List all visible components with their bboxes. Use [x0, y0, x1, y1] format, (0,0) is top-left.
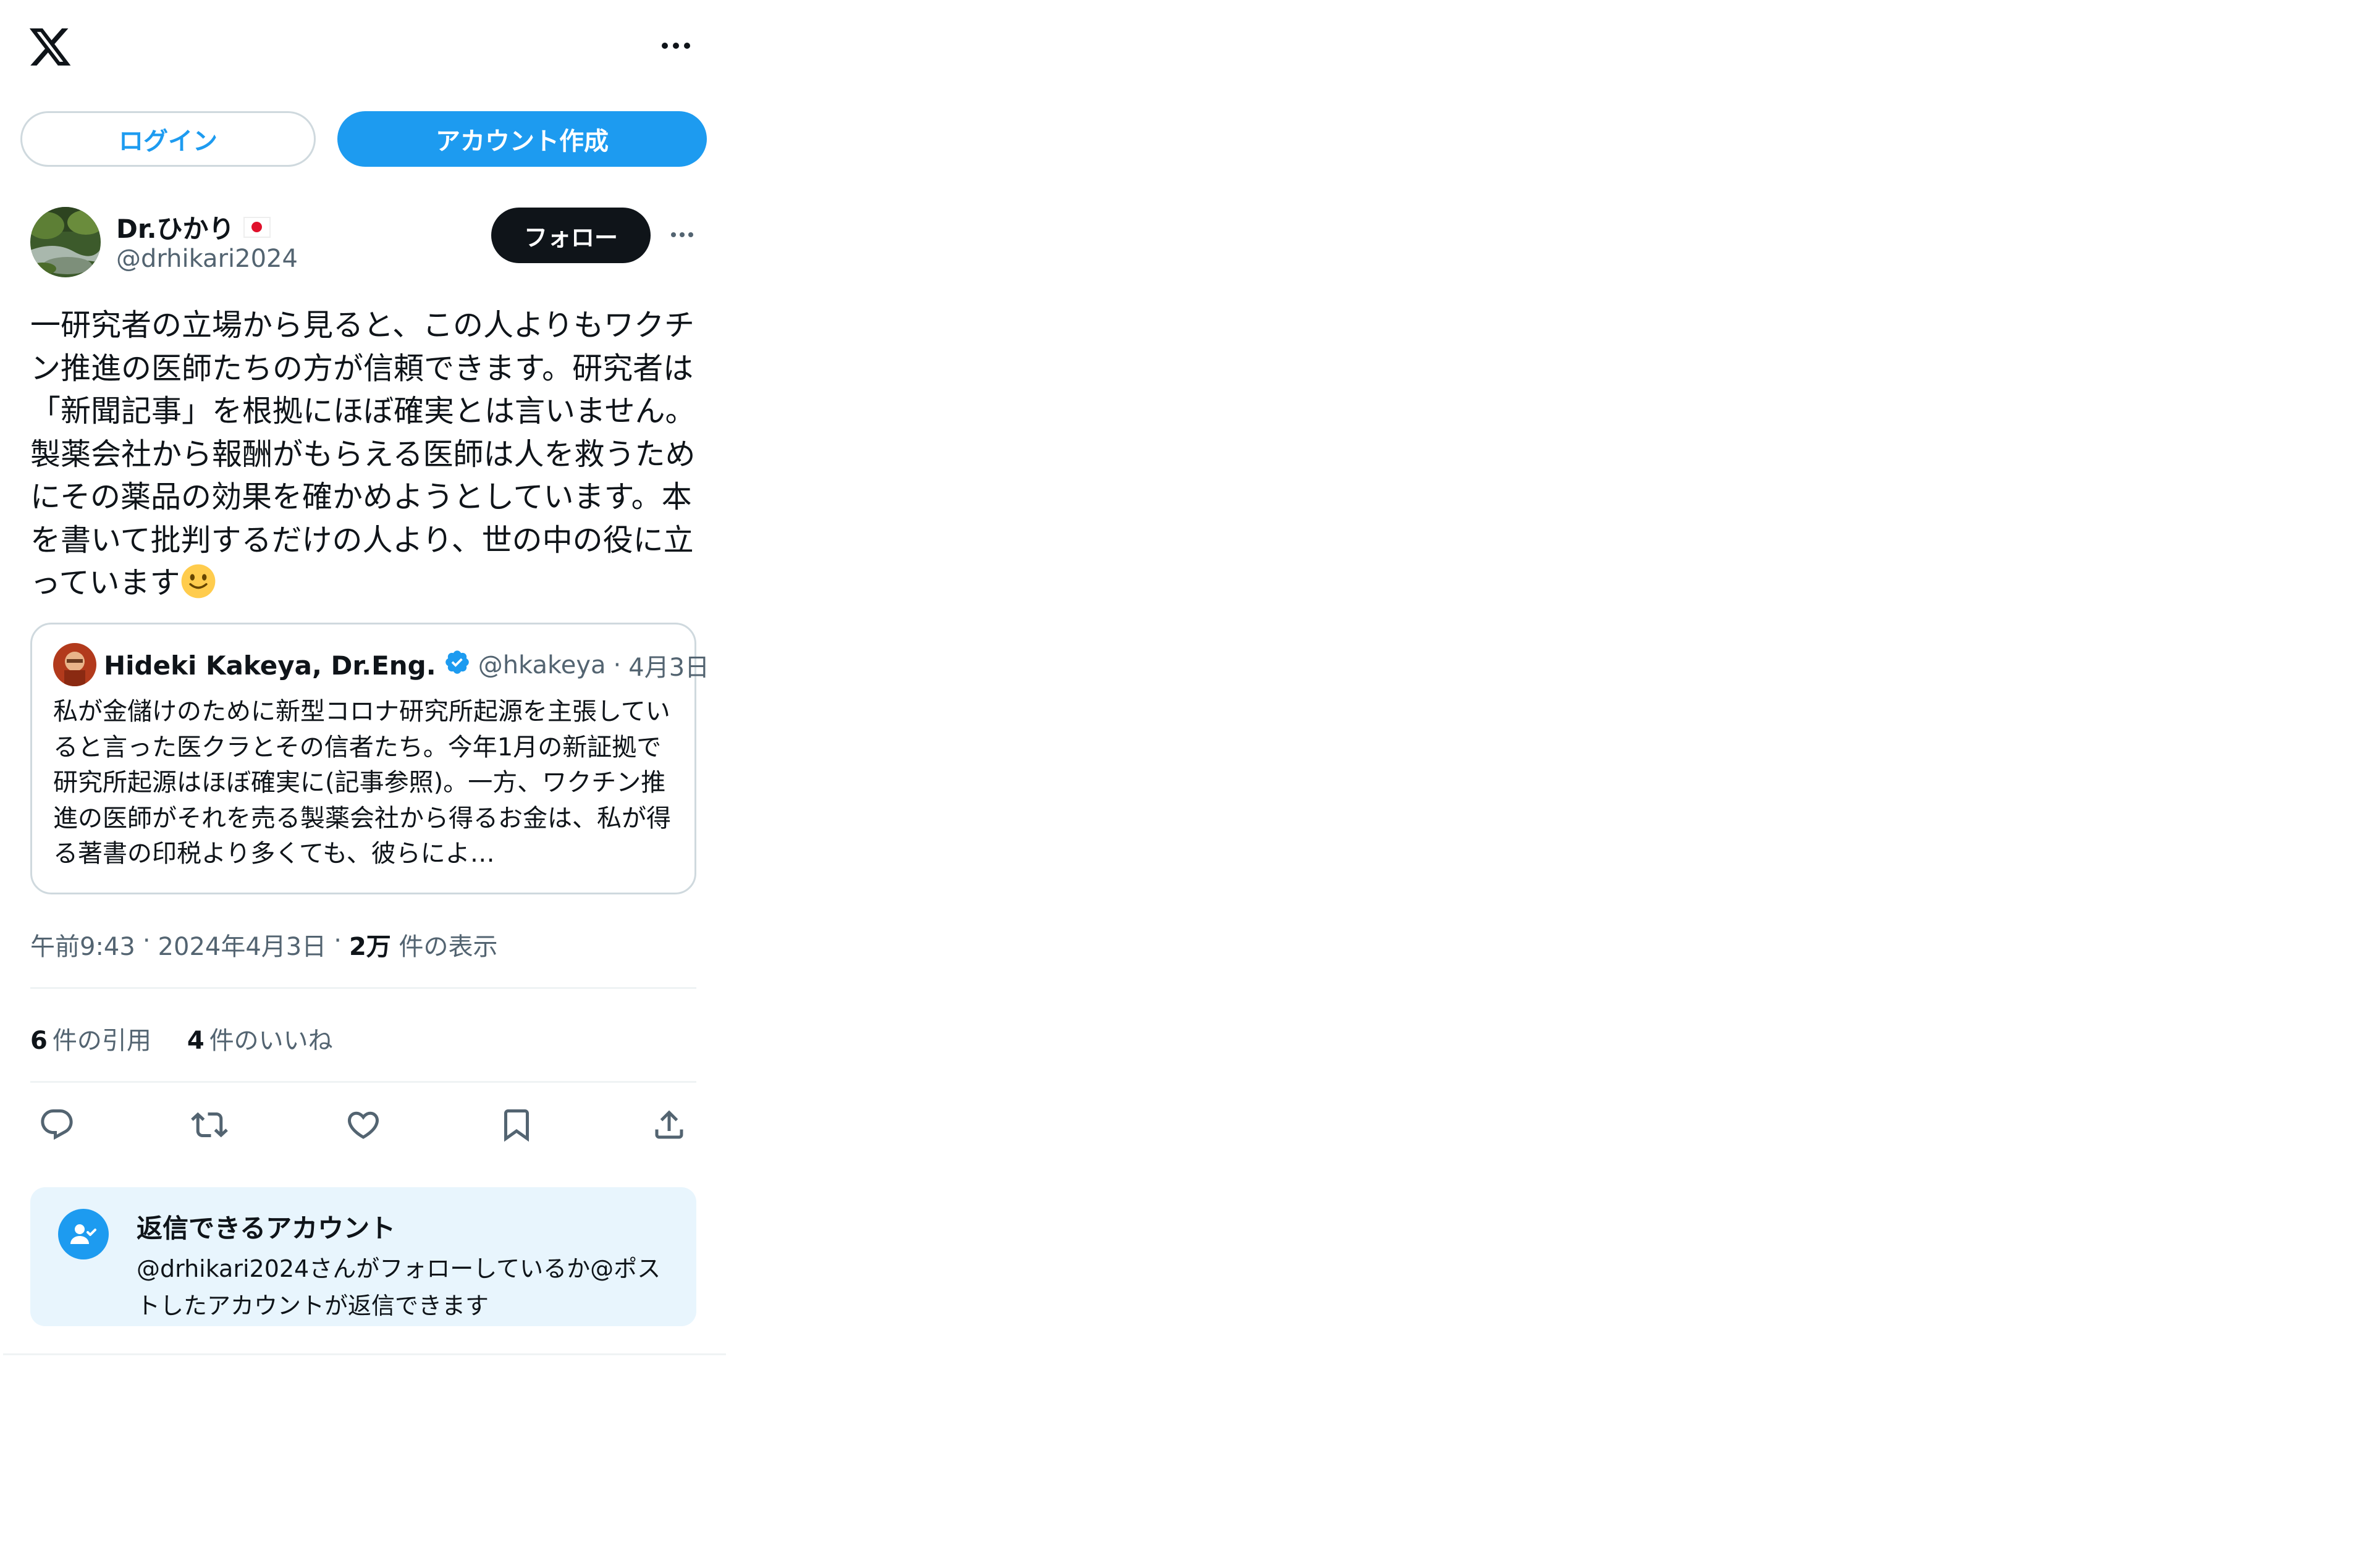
post-stats: 6 件の引用 4 件のいいね	[30, 1020, 333, 1056]
quote-author-handle: @hkakeya	[478, 651, 606, 679]
quotes-count: 6	[30, 1027, 48, 1055]
bookmark-icon[interactable]	[492, 1100, 541, 1150]
views-count: 2万	[348, 933, 391, 961]
post-text-body: 一研究者の立場から見ると、この人よりもワクチン推進の医師たちの方が信頼できます。…	[30, 308, 696, 600]
share-icon[interactable]	[644, 1100, 694, 1150]
reply-restriction-box: 返信できるアカウント @drhikari2024さんがフォローしているか@ポスト…	[30, 1187, 696, 1326]
likes-label: 件のいいね	[209, 1027, 333, 1055]
repost-icon[interactable]	[185, 1100, 234, 1150]
divider	[3, 1353, 726, 1355]
views-label: 件の表示	[399, 933, 498, 961]
follow-button[interactable]: フォロー	[491, 208, 651, 263]
slightly-smiling-face-icon	[180, 563, 216, 611]
more-horizontal-icon[interactable]	[656, 30, 696, 61]
quote-date: 4月3日	[628, 654, 710, 682]
post-page: ログイン アカウント作成 Dr.ひかり @drhikari2024 フォロー 一…	[0, 0, 726, 1564]
quote-header: Hideki Kakeya, Dr.Eng. @hkakeya · 4月3日	[104, 647, 709, 683]
user-check-icon	[58, 1209, 109, 1259]
divider	[30, 987, 696, 989]
quote-text: 私が金儲けのために新型コロナ研究所起源を主張していると言った医クラとその信者たち…	[53, 697, 671, 868]
avatar[interactable]	[30, 207, 101, 277]
reply-icon[interactable]	[32, 1100, 82, 1150]
author-display-name: Dr.ひかり	[116, 214, 235, 244]
quoted-post[interactable]: Hideki Kakeya, Dr.Eng. @hkakeya · 4月3日 私…	[30, 623, 709, 894]
post-time[interactable]: 午前9:43	[30, 927, 135, 962]
reply-restriction-description: @drhikari2024さんがフォローしているか@ポストしたアカウントが返信で…	[137, 1255, 661, 1319]
like-icon[interactable]	[339, 1100, 388, 1150]
post-text: 一研究者の立場から見ると、この人よりもワクチン推進の医師たちの方が信頼できます。…	[30, 304, 704, 611]
meta-separator: ·	[142, 927, 151, 955]
login-button[interactable]: ログイン	[20, 111, 316, 167]
author-name[interactable]: Dr.ひかり	[116, 208, 271, 246]
quote-author-name: Hideki Kakeya, Dr.Eng.	[104, 650, 436, 681]
likes-stat[interactable]: 4 件のいいね	[187, 1020, 333, 1056]
japan-flag-icon	[243, 216, 271, 238]
meta-separator: ·	[334, 927, 342, 955]
reply-restriction-title: 返信できるアカウント	[137, 1213, 396, 1243]
divider	[30, 1081, 696, 1083]
likes-count: 4	[187, 1027, 205, 1055]
post-meta: 午前9:43 · 2024年4月3日 · 2万 件の表示	[30, 927, 498, 962]
quote-avatar	[53, 643, 96, 686]
quotes-label: 件の引用	[52, 1027, 151, 1055]
quotes-stat[interactable]: 6 件の引用	[30, 1020, 151, 1056]
post-date[interactable]: 2024年4月3日	[158, 927, 327, 962]
views: 2万 件の表示	[349, 927, 498, 962]
author-handle[interactable]: @drhikari2024	[116, 245, 298, 273]
verified-badge-icon	[444, 649, 471, 682]
quote-separator: ·	[613, 651, 622, 679]
post-more-icon[interactable]	[666, 221, 698, 249]
signup-button[interactable]: アカウント作成	[337, 111, 707, 167]
x-logo-icon[interactable]	[27, 24, 73, 70]
